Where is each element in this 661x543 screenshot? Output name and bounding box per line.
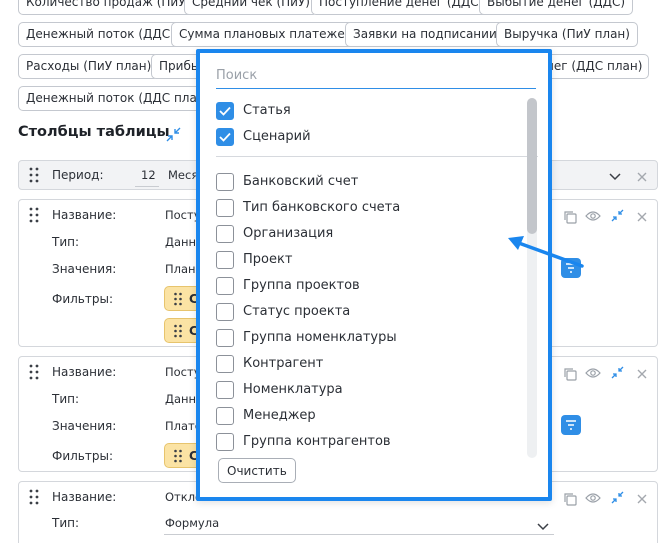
- chip-avg-check[interactable]: Средний чек (ПиУ): [184, 0, 318, 15]
- chip-expenses-plan[interactable]: Расходы (ПиУ план): [18, 54, 160, 79]
- checkbox[interactable]: [216, 173, 234, 191]
- close-icon[interactable]: [637, 171, 647, 186]
- chevron-down-icon[interactable]: [609, 170, 621, 185]
- chip-revenue-plan[interactable]: Выручка (ПиУ план): [496, 22, 638, 47]
- drag-handle-icon[interactable]: [29, 207, 39, 227]
- close-icon[interactable]: [637, 368, 647, 383]
- period-label: Период:: [52, 168, 104, 182]
- close-icon[interactable]: [637, 493, 647, 508]
- type-value[interactable]: Данн: [165, 235, 196, 249]
- period-count[interactable]: 12: [141, 168, 156, 182]
- option-label: Группа номенклатуры: [243, 330, 397, 345]
- section-title: Столбцы таблицы: [18, 124, 170, 140]
- name-label: Название:: [52, 208, 117, 222]
- checkbox[interactable]: [216, 381, 234, 399]
- option-label: Группа контрагентов: [243, 434, 391, 449]
- checkbox[interactable]: [216, 407, 234, 425]
- eye-icon[interactable]: [585, 367, 601, 383]
- option-label: Банковский счет: [243, 174, 359, 189]
- checkbox[interactable]: [216, 251, 234, 269]
- chip-cash-out[interactable]: Выбытие денег (ДДС): [479, 0, 634, 15]
- name-label: Название:: [52, 365, 117, 379]
- option[interactable]: Статус проекта: [216, 302, 516, 324]
- search-input[interactable]: [216, 63, 536, 89]
- eye-icon[interactable]: [585, 492, 601, 508]
- checkbox[interactable]: [216, 355, 234, 373]
- drag-handle-icon[interactable]: [29, 489, 39, 509]
- scrollbar[interactable]: [527, 98, 537, 458]
- option-label: Группа проектов: [243, 278, 360, 293]
- type-value[interactable]: Формула: [165, 516, 219, 530]
- close-icon[interactable]: [637, 211, 647, 226]
- collapse-icon[interactable]: [610, 490, 625, 509]
- option[interactable]: Контрагент: [216, 354, 516, 376]
- option[interactable]: Проект: [216, 250, 516, 272]
- type-value[interactable]: Данн: [165, 392, 196, 406]
- option-label: Контрагент: [243, 356, 324, 371]
- option[interactable]: Менеджер: [216, 406, 516, 428]
- type-label: Тип:: [52, 516, 80, 530]
- eye-icon[interactable]: [585, 210, 601, 226]
- option[interactable]: Группа проектов: [216, 276, 516, 298]
- chip-cash-flow[interactable]: Денежный поток (ДДС): [18, 22, 183, 47]
- checkbox-checked[interactable]: [216, 102, 234, 120]
- chip-requests-signing[interactable]: Заявки на подписании: [345, 22, 505, 47]
- copy-icon[interactable]: [563, 367, 577, 385]
- option-label: Статус проекта: [243, 304, 351, 319]
- filters-label: Фильтры:: [52, 292, 113, 306]
- option-label: Сценарий: [243, 129, 311, 144]
- option-label: Организация: [243, 226, 334, 241]
- option-label: Тип банковского счета: [243, 200, 401, 215]
- checkbox[interactable]: [216, 329, 234, 347]
- checkbox[interactable]: [216, 199, 234, 217]
- values-label: Значения:: [52, 262, 117, 276]
- collapse-icon[interactable]: [165, 126, 182, 147]
- option[interactable]: Группа номенклатуры: [216, 328, 516, 350]
- values-label: Значения:: [52, 419, 117, 433]
- filter-icon[interactable]: [561, 415, 581, 435]
- option[interactable]: Организация: [216, 224, 516, 246]
- chip-cash-in[interactable]: Поступление денег (ДДС): [311, 0, 492, 15]
- copy-icon[interactable]: [563, 492, 577, 510]
- copy-icon[interactable]: [563, 210, 577, 228]
- option[interactable]: Номенклатура: [216, 380, 516, 402]
- drag-handle-icon[interactable]: [29, 364, 39, 384]
- chip-profit[interactable]: Прибы: [151, 54, 201, 79]
- option-label: Проект: [243, 252, 293, 267]
- period-unit[interactable]: Меся: [168, 168, 198, 182]
- annotation-arrow-icon: [508, 236, 584, 268]
- option[interactable]: Группа контрагентов: [216, 432, 516, 454]
- scroll-thumb[interactable]: [527, 98, 537, 234]
- column-select-dropdown: Статья Сценарий Банковский счет Тип банк…: [196, 49, 552, 501]
- name-label: Название:: [52, 490, 117, 504]
- checkbox[interactable]: [216, 433, 234, 451]
- divider: [216, 156, 538, 157]
- filters-label: Фильтры:: [52, 449, 113, 463]
- option[interactable]: Тип банковского счета: [216, 198, 516, 220]
- option-label: Номенклатура: [243, 382, 343, 397]
- option-checked[interactable]: Сценарий: [216, 127, 516, 149]
- checkbox-checked[interactable]: [216, 128, 234, 146]
- checkbox[interactable]: [216, 225, 234, 243]
- type-label: Тип:: [52, 235, 80, 249]
- checkbox[interactable]: [216, 277, 234, 295]
- chip-sales-count[interactable]: Количество продаж (ПиУ): [18, 0, 199, 15]
- clear-button[interactable]: Очистить: [218, 458, 296, 483]
- option-checked[interactable]: Статья: [216, 101, 516, 123]
- option-label: Статья: [243, 103, 291, 118]
- chevron-down-icon[interactable]: [537, 520, 549, 535]
- values-value[interactable]: План: [165, 262, 196, 276]
- collapse-icon[interactable]: [610, 365, 625, 384]
- option[interactable]: Банковский счет: [216, 172, 516, 194]
- collapse-icon[interactable]: [610, 208, 625, 227]
- option-label: Менеджер: [243, 408, 316, 423]
- chip-cash-flow-plan[interactable]: Денежный поток (ДДС план): [18, 86, 218, 111]
- checkbox[interactable]: [216, 303, 234, 321]
- type-label: Тип:: [52, 392, 80, 406]
- drag-handle-icon[interactable]: [29, 167, 39, 187]
- chip-planned-payments[interactable]: Сумма плановых платежей: [171, 22, 361, 47]
- chip-money-plan[interactable]: нег (ДДС план): [536, 54, 649, 79]
